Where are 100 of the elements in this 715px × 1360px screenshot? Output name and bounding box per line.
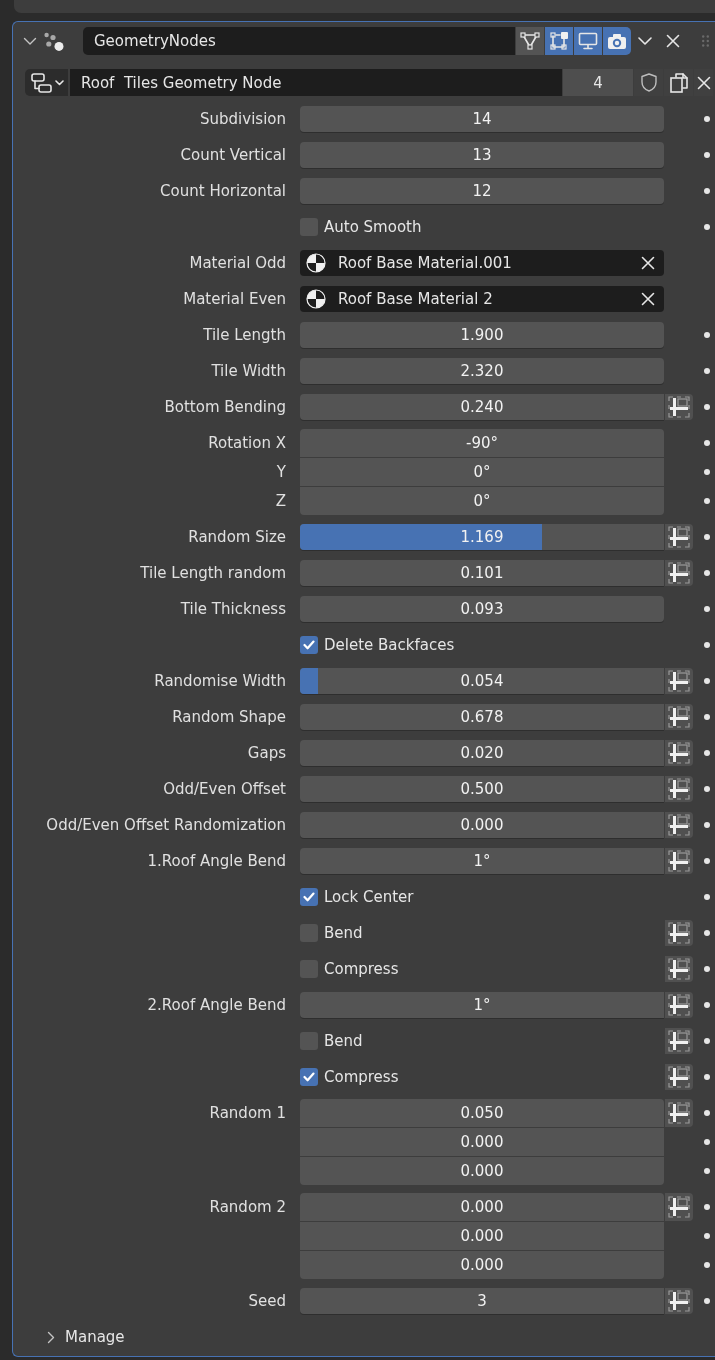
dot-icon[interactable] <box>704 332 710 338</box>
dot-icon[interactable] <box>704 1204 710 1210</box>
dot-icon[interactable] <box>704 570 710 576</box>
checkbox[interactable] <box>300 636 318 654</box>
dot-icon[interactable] <box>704 152 710 158</box>
name-field[interactable]: GeometryNodes <box>83 27 515 55</box>
number-field[interactable]: 0.000 <box>300 1222 664 1250</box>
dot-icon[interactable] <box>704 469 710 475</box>
attribute-toggle-button[interactable] <box>665 1099 693 1127</box>
toggle-button[interactable] <box>603 27 631 55</box>
dot-icon[interactable] <box>704 606 710 612</box>
toggle-button[interactable] <box>545 27 573 55</box>
dot-icon[interactable] <box>704 678 710 684</box>
number-field[interactable]: 0.240 <box>300 394 664 420</box>
dot-icon[interactable] <box>704 750 710 756</box>
attribute-toggle-button[interactable] <box>665 992 693 1018</box>
close-icon[interactable] <box>666 34 680 48</box>
dot-icon[interactable] <box>704 1233 710 1239</box>
caret-down-icon[interactable] <box>638 37 652 45</box>
attribute-toggle-button[interactable] <box>665 956 693 982</box>
material-field[interactable]: Roof Base Material.001 <box>300 250 664 276</box>
dot-icon[interactable] <box>704 858 710 864</box>
dot-icon[interactable] <box>704 440 710 446</box>
number-field[interactable]: 0.093 <box>300 596 664 622</box>
attribute-toggle-button[interactable] <box>665 776 693 802</box>
number-field[interactable]: 13 <box>300 142 664 168</box>
dot-icon[interactable] <box>704 1298 710 1304</box>
node-group-browse-button[interactable] <box>25 69 68 96</box>
chevron-right-icon[interactable] <box>47 1330 55 1344</box>
slider-field[interactable]: 1.169 <box>300 524 664 550</box>
attribute-toggle-button[interactable] <box>665 1288 693 1314</box>
dot-icon[interactable] <box>704 1168 710 1174</box>
number-field[interactable]: 0.000 <box>300 1193 664 1221</box>
checkbox-label[interactable]: Compress <box>324 1068 399 1086</box>
number-field[interactable]: 0.000 <box>300 1128 664 1156</box>
number-field[interactable]: 14 <box>300 106 664 132</box>
dot-icon[interactable] <box>704 642 710 648</box>
dot-icon[interactable] <box>704 966 710 972</box>
checkbox-label[interactable]: Lock Center <box>324 888 414 906</box>
dot-icon[interactable] <box>704 894 710 900</box>
grip-icon[interactable] <box>702 35 709 47</box>
number-field[interactable]: 0.500 <box>300 776 664 802</box>
dot-icon[interactable] <box>704 930 710 936</box>
dot-icon[interactable] <box>704 1139 710 1145</box>
dot-icon[interactable] <box>704 116 710 122</box>
dot-icon[interactable] <box>704 1110 710 1116</box>
close-icon[interactable] <box>641 256 655 270</box>
checkbox-label[interactable]: Bend <box>324 1032 363 1050</box>
number-field[interactable]: 0.678 <box>300 704 664 730</box>
close-icon[interactable] <box>696 75 711 90</box>
checkbox-label[interactable]: Auto Smooth <box>324 218 422 236</box>
checkbox-label[interactable]: Bend <box>324 924 363 942</box>
checkbox-label[interactable]: Compress <box>324 960 399 978</box>
attribute-toggle-button[interactable] <box>665 1028 693 1054</box>
attribute-toggle-button[interactable] <box>665 560 693 586</box>
number-field[interactable]: 0.020 <box>300 740 664 766</box>
dot-icon[interactable] <box>704 1074 710 1080</box>
attribute-toggle-button[interactable] <box>665 704 693 730</box>
number-field[interactable]: 12 <box>300 178 664 204</box>
dot-icon[interactable] <box>704 822 710 828</box>
attribute-toggle-button[interactable] <box>665 1064 693 1090</box>
number-field[interactable]: 2.320 <box>300 358 664 384</box>
attribute-toggle-button[interactable] <box>665 524 693 550</box>
number-field[interactable]: 0.050 <box>300 1099 664 1127</box>
number-field[interactable]: 0.000 <box>300 812 664 838</box>
number-field[interactable]: 0.000 <box>300 1157 664 1185</box>
number-field[interactable]: 0.000 <box>300 1251 664 1279</box>
attribute-toggle-button[interactable] <box>665 920 693 946</box>
number-field[interactable]: 1° <box>300 848 664 874</box>
number-field[interactable]: 0.101 <box>300 560 664 586</box>
panel-title[interactable]: Manage <box>65 1328 125 1346</box>
number-field[interactable]: 0° <box>300 458 664 486</box>
attribute-toggle-button[interactable] <box>665 740 693 766</box>
toggle-button[interactable] <box>516 27 544 55</box>
node-group-name-field[interactable]: Roof Tiles Geometry Node <box>70 69 562 96</box>
number-field[interactable]: 3 <box>300 1288 664 1314</box>
dot-icon[interactable] <box>704 714 710 720</box>
dot-icon[interactable] <box>704 1002 710 1008</box>
dot-icon[interactable] <box>704 1038 710 1044</box>
slider-field[interactable]: 0.054 <box>300 668 664 694</box>
toggle-button[interactable] <box>574 27 602 55</box>
checkbox[interactable] <box>300 888 318 906</box>
number-field[interactable]: -90° <box>300 429 664 457</box>
dot-icon[interactable] <box>704 188 710 194</box>
number-field[interactable]: 1° <box>300 992 664 1018</box>
checkbox-label[interactable]: Delete Backfaces <box>324 636 455 654</box>
number-field[interactable]: 1.900 <box>300 322 664 348</box>
material-field[interactable]: Roof Base Material 2 <box>300 286 664 312</box>
checkbox[interactable] <box>300 1068 318 1086</box>
dot-icon[interactable] <box>704 224 710 230</box>
attribute-toggle-button[interactable] <box>665 848 693 874</box>
dot-icon[interactable] <box>704 1262 710 1268</box>
dot-icon[interactable] <box>704 786 710 792</box>
chevron-down-icon[interactable] <box>23 36 37 46</box>
close-icon[interactable] <box>641 292 655 306</box>
attribute-toggle-button[interactable] <box>665 812 693 838</box>
dot-icon[interactable] <box>704 534 710 540</box>
dot-icon[interactable] <box>704 368 710 374</box>
user-count-field[interactable]: 4 <box>563 69 633 96</box>
attribute-toggle-button[interactable] <box>665 1193 693 1221</box>
